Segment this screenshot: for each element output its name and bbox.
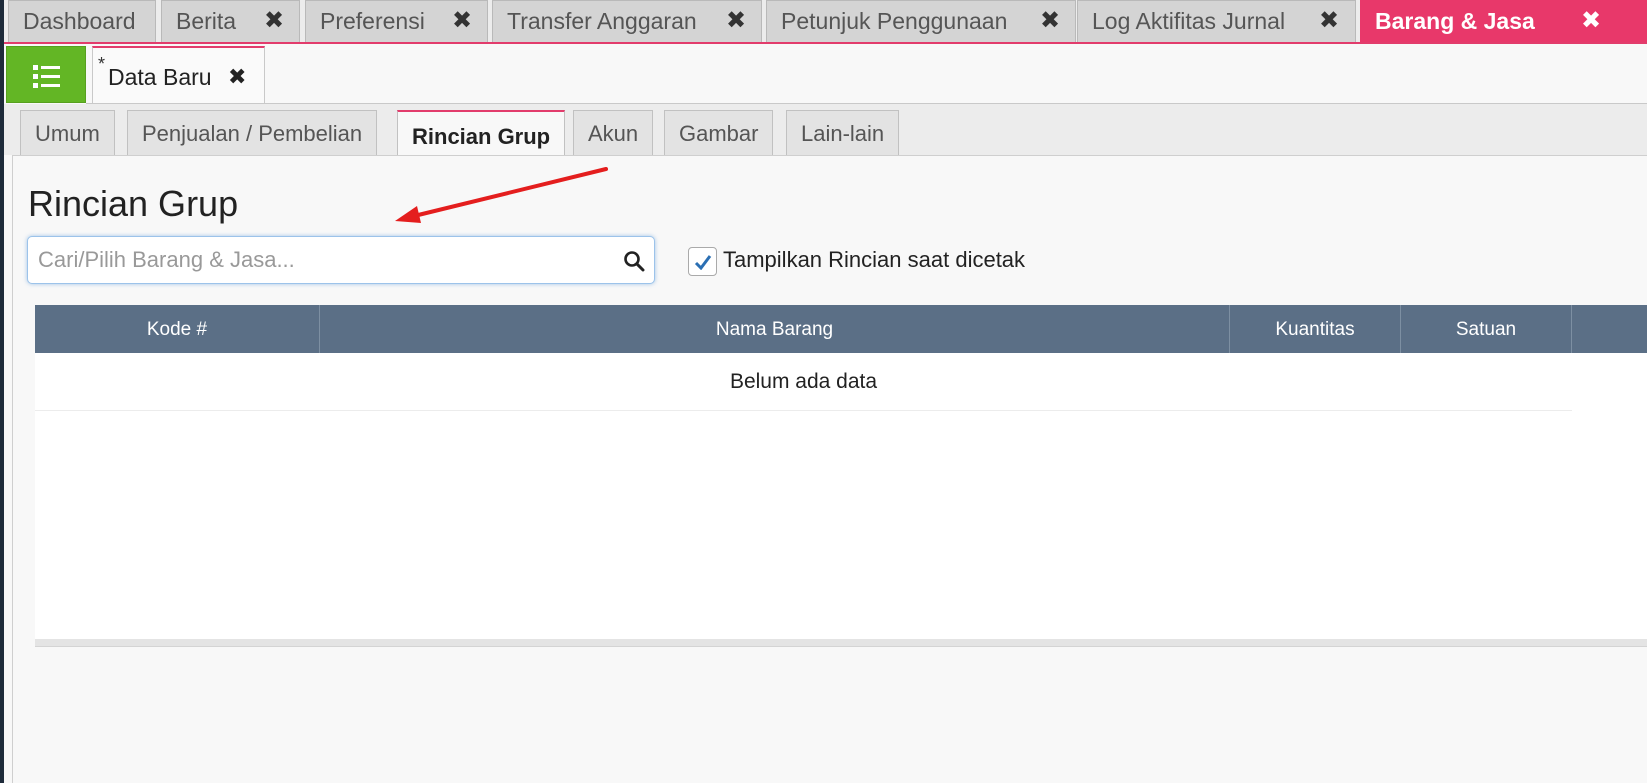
close-icon[interactable]: ✖ <box>452 1 472 41</box>
page-title: Rincian Grup <box>28 183 239 224</box>
close-icon[interactable]: ✖ <box>228 64 246 90</box>
tab-label: Berita <box>176 8 237 34</box>
tab-label: Transfer Anggaran <box>507 8 697 34</box>
close-icon[interactable]: ✖ <box>726 1 746 41</box>
print-details-checkbox[interactable] <box>688 247 717 276</box>
tab-lain-lain[interactable]: Lain-lain <box>786 110 900 156</box>
table-scrollbar[interactable] <box>35 639 1647 647</box>
tab-penjualan-pembelian[interactable]: Penjualan / Pembelian <box>127 110 378 156</box>
check-icon <box>694 255 712 270</box>
item-search-box[interactable] <box>27 236 655 284</box>
tab-dashboard[interactable]: Dashboard <box>8 0 156 42</box>
tab-label: Log Aktifitas Jurnal <box>1092 8 1286 34</box>
tab-barang-jasa[interactable]: Barang & Jasa ✖ <box>1360 0 1647 42</box>
column-header-kode[interactable]: Kode # <box>35 305 320 353</box>
close-icon[interactable]: ✖ <box>1319 1 1339 41</box>
search-icon[interactable] <box>623 250 645 272</box>
tab-akun[interactable]: Akun <box>573 110 654 156</box>
close-icon[interactable]: ✖ <box>264 1 284 41</box>
unsaved-marker: * <box>98 54 106 74</box>
print-details-label[interactable]: Tampilkan Rincian saat dicetak <box>723 247 1025 273</box>
tab-label: Barang & Jasa <box>1375 8 1535 34</box>
app-tab-bar: Dashboard Berita ✖ Preferensi ✖ Transfer… <box>4 0 1647 44</box>
close-icon[interactable]: ✖ <box>1581 1 1601 41</box>
tab-log-aktifitas-jurnal[interactable]: Log Aktifitas Jurnal ✖ <box>1077 0 1356 42</box>
tab-data-baru[interactable]: * Data Baru ✖ <box>92 46 265 104</box>
tab-preferensi[interactable]: Preferensi ✖ <box>305 0 488 42</box>
tab-transfer-anggaran[interactable]: Transfer Anggaran ✖ <box>492 0 762 42</box>
close-icon[interactable]: ✖ <box>1040 1 1060 41</box>
menu-button[interactable] <box>6 46 86 103</box>
search-input[interactable] <box>38 245 608 275</box>
tab-rincian-grup[interactable]: Rincian Grup <box>397 110 566 157</box>
tab-berita[interactable]: Berita ✖ <box>161 0 300 42</box>
tab-umum[interactable]: Umum <box>20 110 115 156</box>
tab-petunjuk-penggunaan[interactable]: Petunjuk Penggunaan ✖ <box>766 0 1076 42</box>
annotation-arrow <box>395 167 608 223</box>
tab-label: Preferensi <box>320 8 425 34</box>
tab-label: Data Baru <box>108 64 212 90</box>
empty-message: Belum ada data <box>35 353 1572 411</box>
column-header-nama-barang[interactable]: Nama Barang <box>320 305 1230 353</box>
tab-label: Dashboard <box>23 8 136 34</box>
tab-gambar[interactable]: Gambar <box>664 110 774 156</box>
column-header-satuan[interactable]: Satuan <box>1401 305 1572 353</box>
table-header: Kode # Nama Barang Kuantitas Satuan <box>35 305 1647 353</box>
table-body: Belum ada data <box>35 353 1647 639</box>
list-icon <box>33 65 60 88</box>
column-header-kuantitas[interactable]: Kuantitas <box>1230 305 1401 353</box>
tab-label: Petunjuk Penggunaan <box>781 8 1008 34</box>
